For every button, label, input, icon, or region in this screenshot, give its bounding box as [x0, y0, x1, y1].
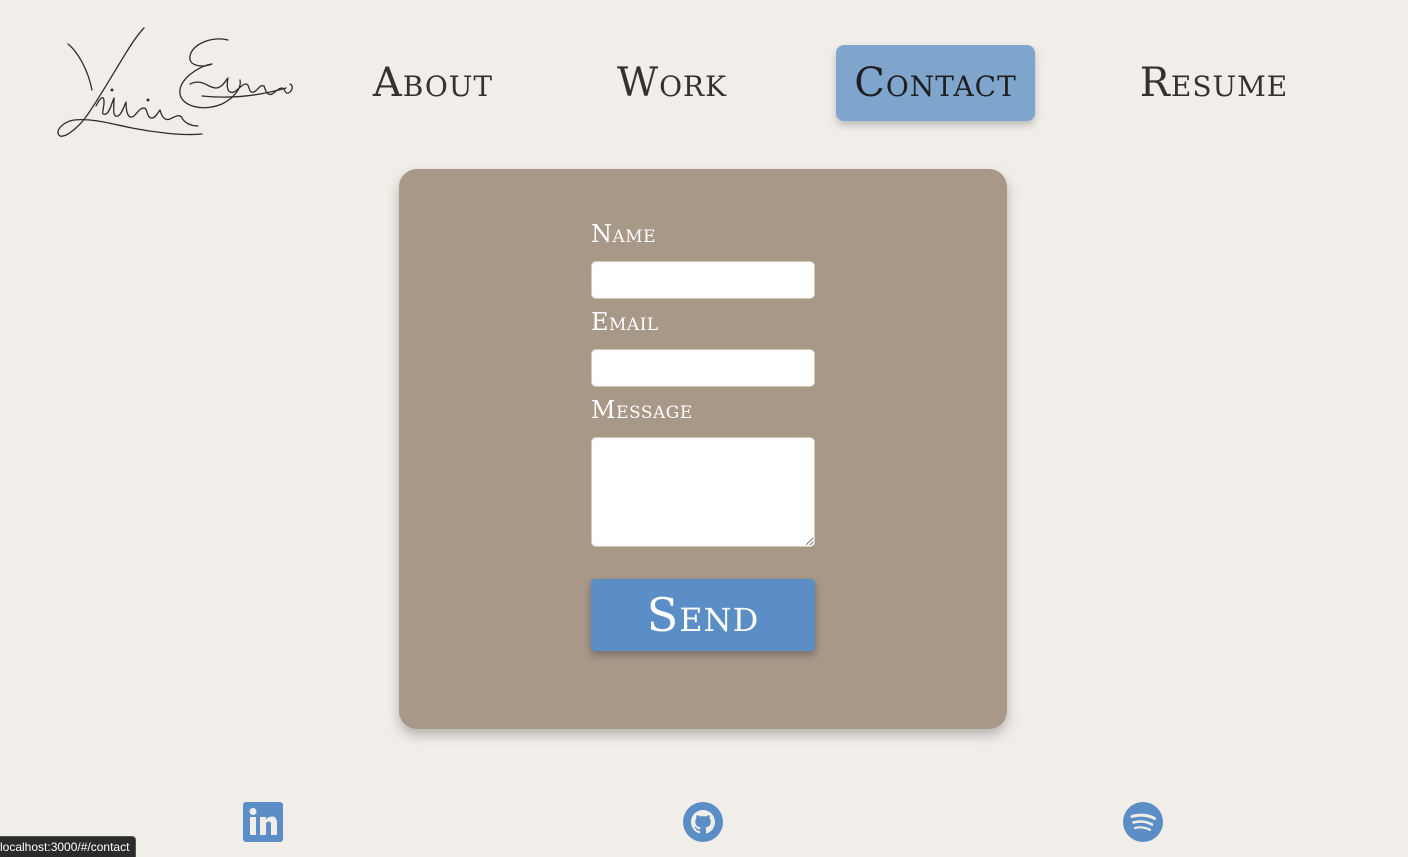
- name-input[interactable]: [591, 261, 815, 299]
- spotify-icon[interactable]: [1123, 802, 1163, 842]
- contact-card: Name Email Message Send: [399, 169, 1007, 729]
- name-label: Name: [591, 220, 657, 248]
- message-textarea[interactable]: [591, 437, 815, 547]
- github-icon[interactable]: [683, 802, 723, 842]
- send-button[interactable]: Send: [591, 579, 815, 651]
- nav-contact[interactable]: Contact: [836, 45, 1035, 121]
- email-label: Email: [591, 308, 659, 336]
- nav-resume[interactable]: Resume: [1132, 45, 1296, 121]
- nav-work[interactable]: Work: [603, 45, 741, 121]
- contact-form: Name Email Message Send: [591, 217, 817, 651]
- status-bar-url: localhost:3000/#/contact: [0, 836, 137, 857]
- linkedin-icon[interactable]: [243, 802, 283, 842]
- email-input[interactable]: [591, 349, 815, 387]
- nav-about[interactable]: About: [360, 45, 506, 121]
- main-nav: About Work Contact Resume: [0, 45, 1408, 121]
- message-label: Message: [591, 396, 693, 424]
